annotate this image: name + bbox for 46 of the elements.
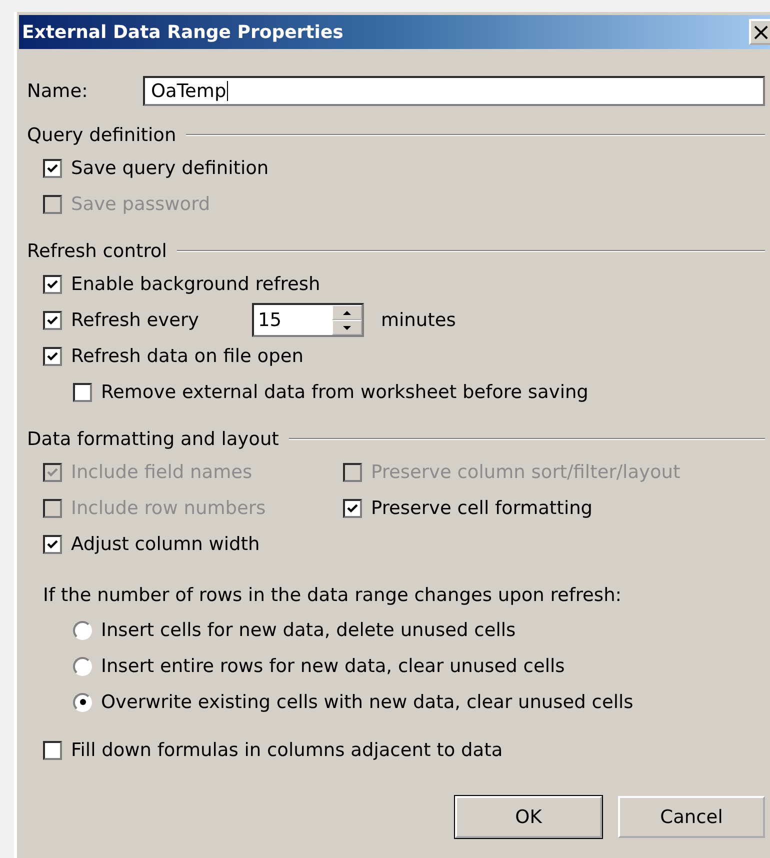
checkbox-label: Save query definition [71, 158, 269, 178]
radio-button[interactable] [73, 656, 92, 676]
checkmark-icon [46, 538, 59, 550]
name-label: Name: [27, 80, 89, 102]
checkbox[interactable] [43, 534, 62, 554]
radio-button[interactable] [73, 620, 92, 640]
checkmark-icon [46, 314, 59, 326]
checkbox[interactable] [73, 382, 92, 402]
checkbox[interactable] [343, 498, 362, 518]
unit-label: minutes [381, 310, 456, 330]
window-title: External Data Range Properties [22, 22, 344, 42]
checkmark-icon [46, 162, 59, 174]
checkmark-icon [46, 278, 59, 290]
checkbox-label: Remove external data from worksheet before saving [101, 382, 588, 402]
checkmark-icon [346, 502, 359, 514]
spin-field[interactable]: 15 [252, 303, 364, 337]
radio-label: Insert cells for new data, delete unused cells [101, 620, 516, 640]
checkbox[interactable] [43, 310, 62, 330]
checkbox-label: Save password [71, 194, 210, 214]
checkmark-icon [46, 350, 59, 362]
checkbox-label: Refresh data on file open [71, 346, 304, 366]
cancel-button[interactable]: Cancel [618, 796, 765, 838]
checkbox-label: Refresh every [71, 310, 200, 330]
spin-arrows-icon[interactable] [332, 305, 362, 335]
checkbox[interactable] [43, 740, 62, 760]
radio-button[interactable] [73, 692, 92, 712]
checkbox-label: Fill down formulas in columns adjacent to data [71, 740, 503, 760]
group-title: Refresh control [27, 240, 167, 262]
ok-button[interactable]: OK [455, 796, 602, 838]
group-title: Query definition [27, 124, 176, 146]
checkbox-label: Include row numbers [71, 498, 266, 518]
radio-label: Overwrite existing cells with new data, clear unused cells [101, 692, 634, 712]
checkbox-label: Preserve cell formatting [371, 498, 593, 518]
close-button[interactable]: × [749, 19, 770, 45]
checkbox[interactable] [43, 158, 62, 178]
checkbox-label: Enable background refresh [71, 274, 320, 294]
checkbox-label: Include field names [71, 462, 252, 482]
checkbox[interactable] [43, 274, 62, 294]
checkbox-label: Preserve column sort/filter/layout [371, 462, 680, 482]
checkbox[interactable] [43, 346, 62, 366]
name-field[interactable]: OaTemp [143, 76, 765, 106]
radio-label: Insert entire rows for new data, clear unused cells [101, 656, 565, 676]
refresh-rows-prompt: If the number of rows in the data range changes upon refresh: [43, 584, 623, 608]
checkbox-label: Adjust column width [71, 534, 260, 554]
checkmark-icon [46, 466, 59, 478]
group-title: Data formatting and layout [27, 428, 279, 450]
